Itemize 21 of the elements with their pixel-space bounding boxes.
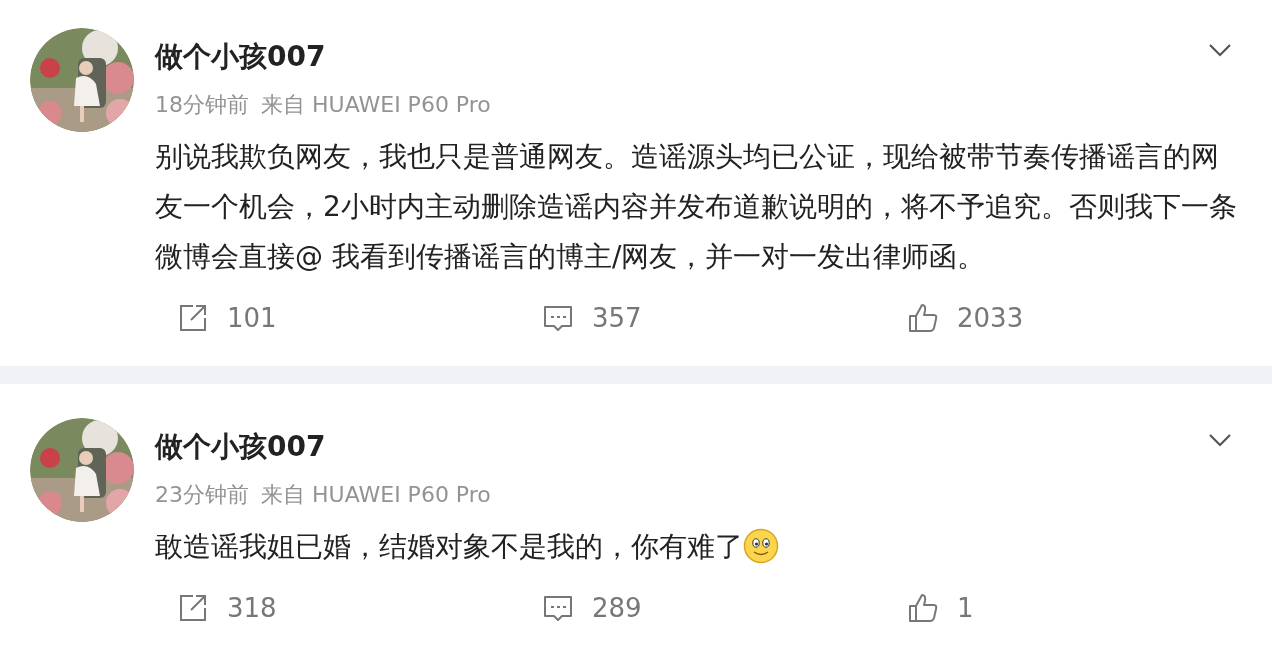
post-source: 来自 HUAWEI P60 Pro	[261, 91, 491, 119]
chevron-down-icon[interactable]	[1208, 43, 1232, 57]
smile-emoji-icon	[743, 528, 779, 564]
thumbs-up-icon[interactable]	[907, 302, 939, 334]
post-text: 敢造谣我姐已婚，结婚对象不是我的，你有难了	[155, 530, 743, 563]
action-count: 1	[957, 593, 974, 623]
action-count: 318	[227, 593, 277, 623]
thumbs-up-icon[interactable]	[907, 592, 939, 624]
post-text: 别说我欺负网友，我也只是普通网友。造谣源头均已公证，现给被带节奏传播谣言的网友一个机会，2小时内主动删除造谣内容并发布道歉说明的，将不予追究。否则我下一条微博会直接@ 我看到传播谣言的博主/网友，并一对一发出律师函。	[155, 140, 1237, 273]
user-name[interactable]: 做个小孩007	[155, 428, 326, 466]
share-icon[interactable]	[177, 302, 209, 334]
action-count: 2033	[957, 303, 1024, 333]
user-name[interactable]: 做个小孩007	[155, 38, 326, 76]
action-count: 101	[227, 303, 277, 333]
action-count: 289	[592, 593, 642, 623]
post-source: 来自 HUAWEI P60 Pro	[261, 481, 491, 509]
action-count: 357	[592, 303, 642, 333]
chevron-down-icon[interactable]	[1208, 433, 1232, 447]
share-icon[interactable]	[177, 592, 209, 624]
post-time: 23分钟前	[155, 481, 249, 509]
post-time: 18分钟前	[155, 91, 249, 119]
